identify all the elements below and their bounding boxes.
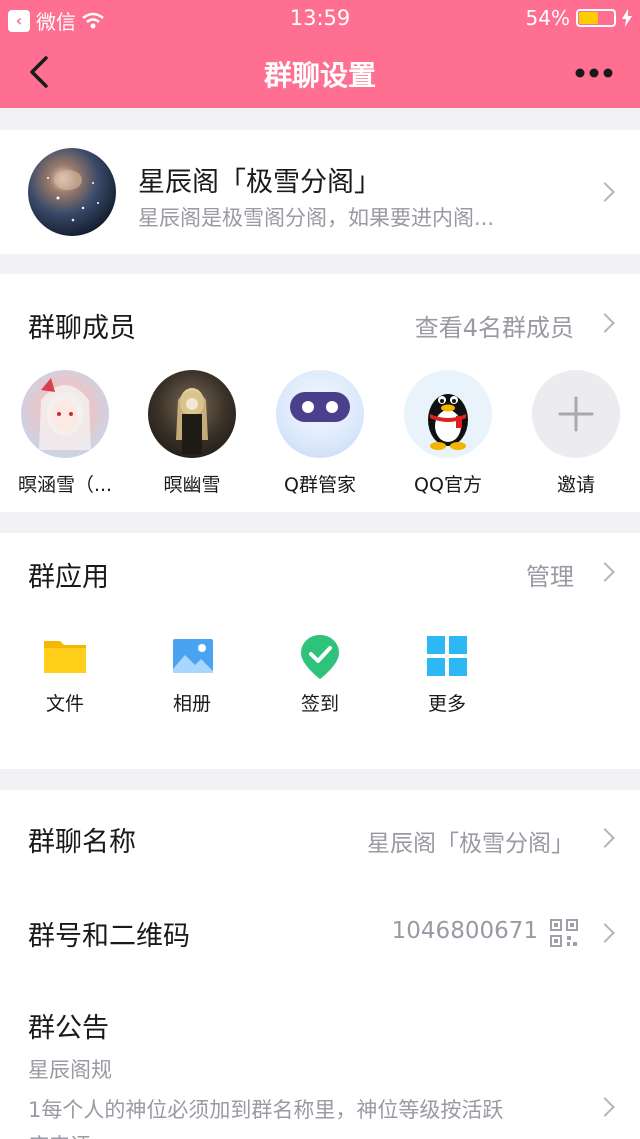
qq-penguin-icon bbox=[428, 394, 468, 450]
more-icon[interactable] bbox=[574, 58, 614, 88]
group-avatar[interactable] bbox=[28, 148, 116, 236]
member-name: 暝涵雪（... bbox=[17, 474, 113, 496]
invite-label: 邀请 bbox=[556, 474, 595, 496]
apps-title: 群应用 bbox=[28, 562, 109, 593]
chevron-right-icon bbox=[595, 1097, 615, 1117]
group-apps-card: 群应用 管理 文件 相册 签到 更多 bbox=[0, 533, 640, 769]
member-name: QQ官方 bbox=[414, 474, 482, 496]
grid-more-icon bbox=[424, 633, 470, 679]
group-description: 星辰阁是极雪阁分阁，如果要进内阁... bbox=[138, 206, 495, 230]
battery-percent: 54% bbox=[525, 6, 570, 30]
member-item[interactable]: 暝涵雪（... bbox=[10, 370, 120, 497]
plus-icon bbox=[558, 396, 594, 432]
members-card: 群聊成员 查看4名群成员 暝涵雪（... 暝幽雪 Q群管家 QQ官方 邀请 bbox=[0, 274, 640, 512]
group-name: 星辰阁「极雪分阁」 bbox=[138, 167, 381, 198]
member-avatar bbox=[21, 370, 109, 458]
member-name: 暝幽雪 bbox=[163, 474, 221, 496]
app-label: 更多 bbox=[427, 693, 466, 715]
group-name-row[interactable]: 群聊名称 星辰阁「极雪分阁」 bbox=[0, 790, 640, 886]
manage-apps-link[interactable]: 管理 bbox=[526, 557, 574, 592]
folder-icon bbox=[42, 633, 88, 679]
view-all-members-link[interactable]: 查看4名群成员 bbox=[415, 308, 574, 343]
photo-album-icon bbox=[169, 633, 215, 679]
settings-card: 群聊名称 星辰阁「极雪分阁」 群号和二维码 1046800671 群公告 星辰阁… bbox=[0, 790, 640, 1139]
app-label: 文件 bbox=[45, 693, 84, 715]
battery-icon bbox=[576, 9, 616, 27]
qr-code-icon bbox=[550, 919, 578, 947]
notice-line: 度来评 bbox=[28, 1130, 91, 1139]
nebula-image bbox=[47, 170, 99, 222]
charging-icon bbox=[622, 9, 632, 27]
group-number-label: 群号和二维码 bbox=[28, 921, 190, 952]
check-in-icon bbox=[297, 633, 343, 679]
notice-line: 星辰阁规 bbox=[28, 1058, 112, 1082]
app-label: 签到 bbox=[300, 693, 339, 715]
members-title: 群聊成员 bbox=[28, 313, 136, 344]
chevron-right-icon bbox=[595, 562, 615, 582]
group-number-row[interactable]: 群号和二维码 1046800671 bbox=[0, 886, 640, 982]
chevron-right-icon bbox=[595, 923, 615, 943]
nav-bar: 群聊设置 bbox=[0, 36, 640, 108]
battery-level bbox=[579, 12, 599, 24]
qq-group-manager-avatar bbox=[276, 370, 364, 458]
member-name: Q群管家 bbox=[284, 474, 356, 496]
chevron-right-icon bbox=[595, 828, 615, 848]
member-item[interactable]: QQ官方 bbox=[393, 370, 503, 497]
group-name-value: 星辰阁「极雪分阁」 bbox=[367, 831, 574, 857]
group-number-value: 1046800671 bbox=[391, 918, 538, 944]
member-item[interactable]: 暝幽雪 bbox=[137, 370, 247, 497]
app-label: 相册 bbox=[172, 693, 211, 715]
invite-avatar bbox=[532, 370, 620, 458]
member-avatar bbox=[148, 370, 236, 458]
app-files[interactable]: 文件 bbox=[20, 633, 110, 716]
page-title: 群聊设置 bbox=[263, 59, 376, 92]
status-bar: ‹ 微信 13:59 54% bbox=[0, 0, 640, 36]
chevron-right-icon bbox=[595, 313, 615, 333]
group-notice-row[interactable]: 群公告 星辰阁规 1每个人的神位必须加到群名称里，神位等级按活跃 度来评 bbox=[0, 982, 640, 1139]
app-checkin[interactable]: 签到 bbox=[275, 633, 365, 716]
member-item[interactable]: Q群管家 bbox=[265, 370, 375, 497]
qq-official-avatar bbox=[404, 370, 492, 458]
chevron-right-icon bbox=[595, 182, 615, 202]
app-album[interactable]: 相册 bbox=[147, 633, 237, 716]
group-notice-label: 群公告 bbox=[28, 1013, 109, 1044]
app-more[interactable]: 更多 bbox=[402, 633, 492, 716]
invite-button[interactable]: 邀请 bbox=[521, 370, 631, 497]
notice-line: 1每个人的神位必须加到群名称里，神位等级按活跃 bbox=[28, 1098, 504, 1122]
group-info-card[interactable]: 星辰阁「极雪分阁」 星辰阁是极雪阁分阁，如果要进内阁... bbox=[0, 130, 640, 254]
status-right: 54% bbox=[526, 6, 632, 30]
group-name-label: 群聊名称 bbox=[28, 827, 136, 858]
